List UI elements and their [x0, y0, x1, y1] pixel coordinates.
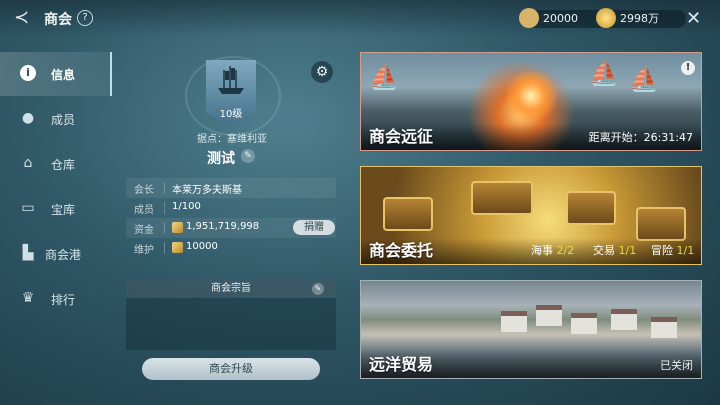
gold-value: 2998万 — [620, 12, 659, 25]
card-title: 商会委托 — [369, 241, 434, 260]
motto-title: 商会宗旨 — [126, 280, 336, 298]
crown-icon: ♛ — [21, 290, 35, 306]
divider — [164, 202, 165, 214]
info-icon: i — [20, 65, 36, 81]
divider — [164, 222, 165, 234]
info-row-members: 成员 1/100 — [126, 198, 336, 218]
town-house — [571, 313, 597, 334]
ship-silhouette: ⛵ — [369, 63, 399, 91]
ship-icon — [218, 66, 244, 94]
back-arrow-icon[interactable]: ≺ — [14, 9, 36, 27]
ship-silhouette: ⛵ — [629, 65, 659, 93]
sidebar-item-label: 仓库 — [51, 158, 76, 172]
info-value: 1/100 — [172, 201, 201, 212]
treasure-chest — [471, 181, 533, 215]
close-icon[interactable]: ✕ — [686, 8, 701, 29]
info-value: 10000 — [186, 241, 218, 252]
fund-icon — [172, 242, 183, 253]
home-icon: ⌂ — [23, 155, 33, 171]
town-house — [611, 309, 637, 330]
top-bar: ≺ 商会 ? 20000 2998万 ✕ — [0, 0, 720, 36]
sidebar-item-label: 商会港 — [45, 248, 82, 262]
upgrade-button[interactable]: 商会升级 — [142, 358, 320, 380]
divider — [164, 182, 165, 194]
countdown: 距离开始：26:31:47 — [588, 131, 693, 144]
info-key: 资金 — [134, 225, 154, 236]
sidebar-item-treasury[interactable]: ▭ 宝库 — [0, 187, 110, 231]
stat-maritime: 海事 2/2 — [531, 244, 575, 257]
bounty-scroll-icon — [519, 8, 539, 28]
commission-card[interactable]: 商会委托 海事 2/2 交易 1/1 冒险 1/1 — [360, 166, 702, 265]
sidebar-item-members[interactable]: ● 成员 — [0, 97, 110, 141]
alert-icon[interactable]: ! — [681, 61, 695, 75]
status-label: 已关闭 — [660, 359, 693, 372]
port-icon: ▙ — [22, 245, 34, 261]
info-key: 成员 — [134, 205, 154, 216]
donate-button[interactable]: 捐赠 — [293, 220, 335, 235]
fund-icon — [172, 222, 183, 233]
sidebar: i 信息 ● 成员 ⌂ 仓库 ▭ 宝库 ▙ 商会港 ♛ 排行 — [0, 52, 112, 352]
explosion — [501, 71, 561, 121]
sidebar-item-label: 信息 — [51, 68, 76, 82]
card-title: 远洋贸易 — [369, 355, 434, 374]
chest-icon: ▭ — [21, 200, 35, 216]
town-house — [651, 317, 677, 338]
card-title: 商会远征 — [369, 127, 434, 146]
town-house — [501, 311, 527, 332]
info-row-upkeep: 维护 10000 — [126, 238, 336, 258]
bounty-value: 20000 — [543, 12, 578, 25]
town-house — [536, 305, 562, 326]
info-key: 维护 — [134, 245, 154, 256]
stat-adventure: 冒险 1/1 — [651, 244, 695, 257]
treasure-chest — [636, 207, 686, 241]
guild-motto-panel: 商会宗旨 ✎ — [126, 280, 336, 350]
edit-motto-icon[interactable]: ✎ — [312, 283, 324, 295]
info-value: 1,951,719,998 — [186, 221, 260, 232]
gear-icon[interactable]: ⚙ — [311, 61, 333, 83]
help-icon[interactable]: ? — [77, 10, 93, 26]
info-key: 会长 — [134, 185, 154, 196]
ocean-trade-card[interactable]: 远洋贸易 已关闭 — [360, 280, 702, 379]
person-icon: ● — [21, 110, 35, 126]
page-title: 商会 — [44, 12, 72, 28]
sidebar-item-label: 成员 — [51, 113, 76, 127]
guild-info-table: 会长 本莱万多夫斯基 成员 1/100 资金 1,951,719,998 维护 … — [126, 178, 336, 258]
edit-name-icon[interactable]: ✎ — [241, 149, 255, 163]
info-value: 本莱万多夫斯基 — [172, 185, 242, 196]
ship-silhouette: ⛵ — [589, 59, 619, 87]
stat-trade: 交易 1/1 — [593, 244, 637, 257]
guild-base: 据点：塞维利亚 — [197, 134, 267, 145]
treasure-chest — [566, 191, 616, 225]
sidebar-item-warehouse[interactable]: ⌂ 仓库 — [0, 142, 110, 186]
treasure-chest — [383, 197, 433, 231]
gold-resource: 2998万 — [596, 8, 686, 28]
gold-coin-icon — [596, 8, 616, 28]
sidebar-item-port[interactable]: ▙ 商会港 — [0, 232, 110, 276]
info-row-leader: 会长 本莱万多夫斯基 — [126, 178, 336, 198]
guild-name: 测试 — [207, 151, 235, 167]
guild-emblem[interactable]: 10级 — [206, 60, 256, 126]
sidebar-item-label: 宝库 — [51, 203, 76, 217]
divider — [164, 242, 165, 254]
sidebar-item-ranking[interactable]: ♛ 排行 — [0, 277, 110, 321]
sidebar-item-label: 排行 — [51, 293, 76, 307]
expedition-card[interactable]: ⛵ ⛵ ⛵ ! 商会远征 距离开始：26:31:47 — [360, 52, 702, 151]
sidebar-item-info[interactable]: i 信息 — [0, 52, 112, 96]
